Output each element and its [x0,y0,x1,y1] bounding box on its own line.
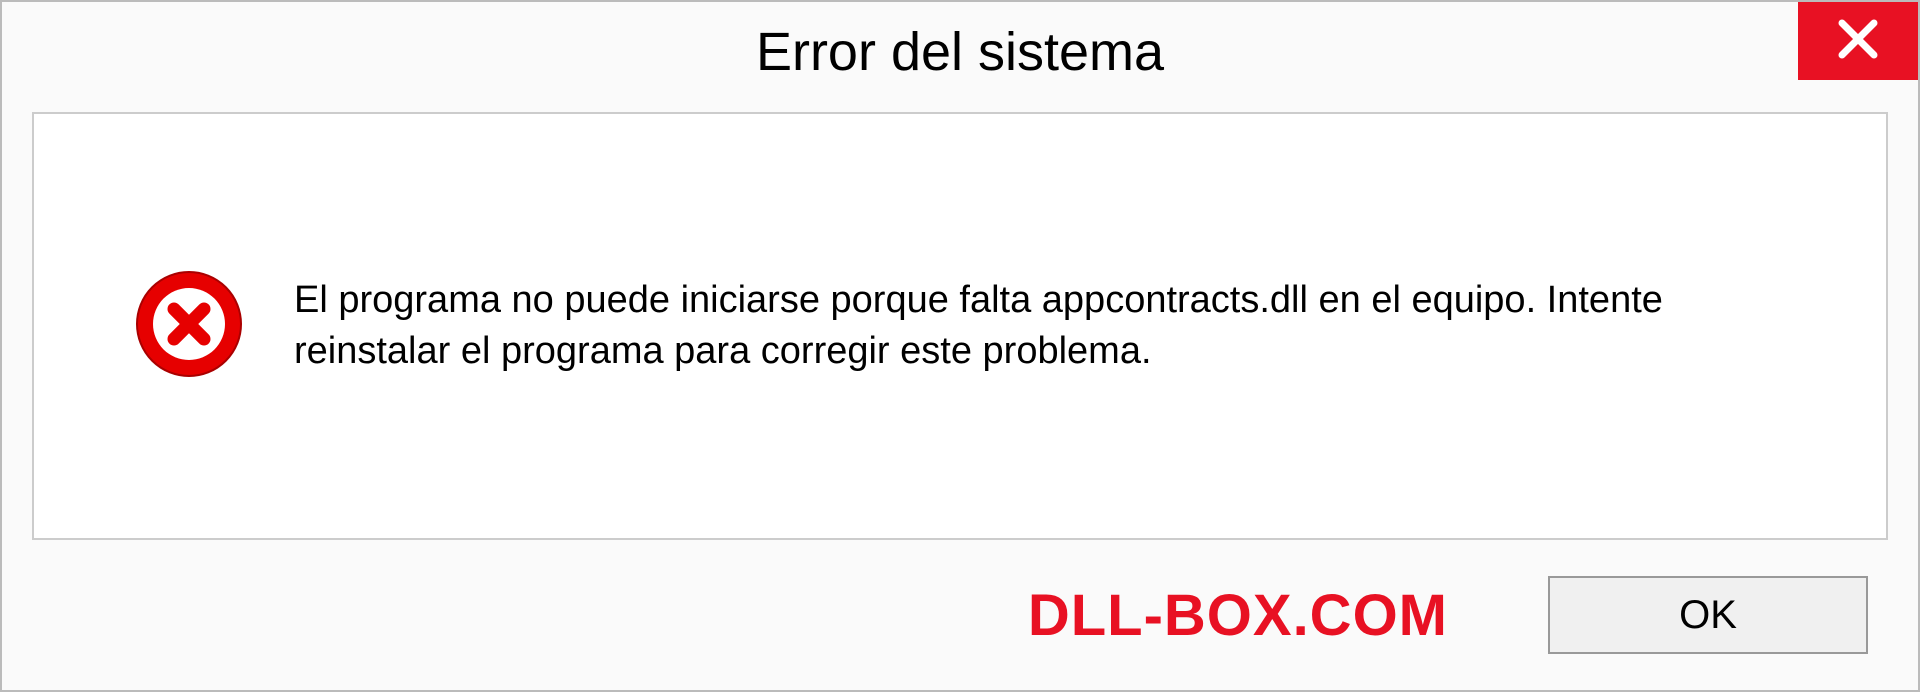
close-icon [1836,17,1880,66]
error-dialog: Error del sistema El programa no puede i… [0,0,1920,692]
ok-button-label: OK [1679,593,1737,638]
content-area: El programa no puede iniciarse porque fa… [32,112,1888,540]
ok-button[interactable]: OK [1548,576,1868,654]
dialog-title: Error del sistema [756,21,1164,83]
error-message: El programa no puede iniciarse porque fa… [294,275,1816,378]
dialog-footer: DLL-BOX.COM OK [2,540,1918,690]
titlebar: Error del sistema [2,2,1918,102]
watermark-text: DLL-BOX.COM [1028,582,1448,649]
error-icon [134,269,244,384]
close-button[interactable] [1798,2,1918,80]
